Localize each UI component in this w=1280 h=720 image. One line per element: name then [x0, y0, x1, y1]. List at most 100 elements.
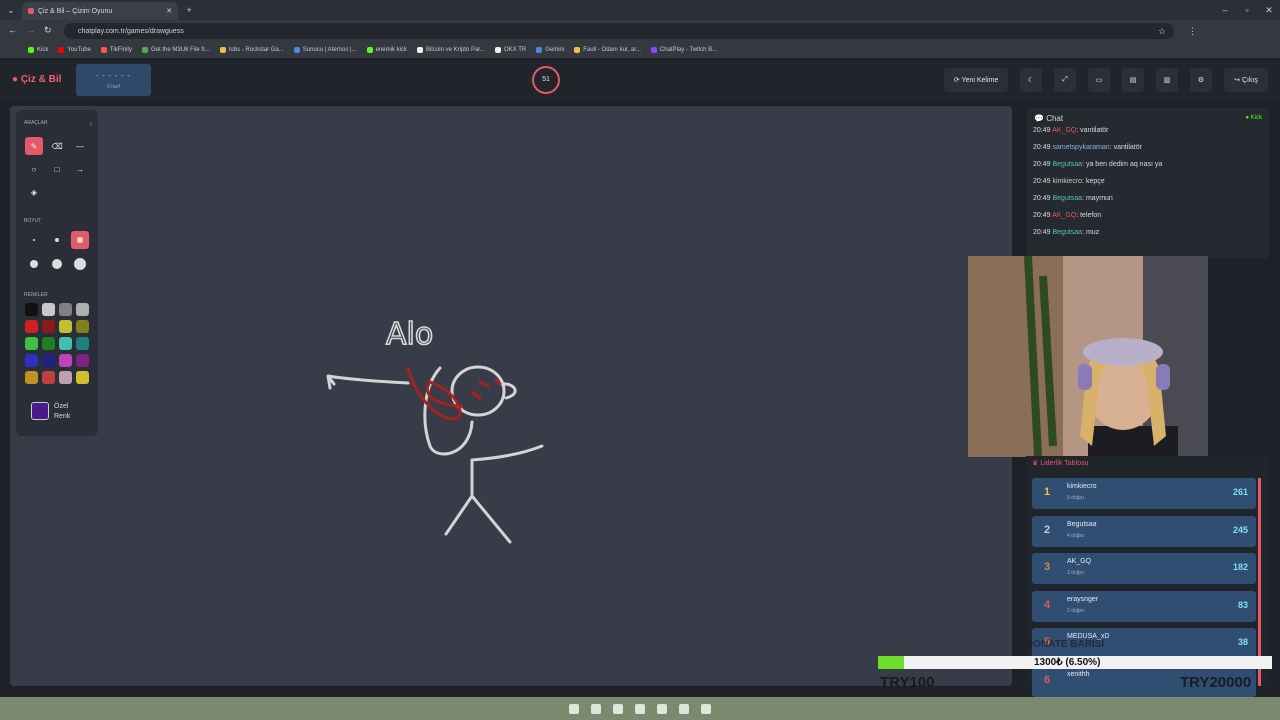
size-l[interactable]: [25, 255, 43, 273]
color-swatch[interactable]: [76, 354, 89, 367]
color-swatch[interactable]: [76, 303, 89, 316]
color-swatch[interactable]: [59, 320, 72, 333]
color-swatch[interactable]: [42, 371, 55, 384]
size-m[interactable]: [71, 231, 89, 249]
extensions-icon[interactable]: ⋮: [1188, 26, 1197, 37]
settings-button[interactable]: ⚙: [1190, 68, 1212, 92]
leaderboard-title: Liderlik Tablosu: [1040, 460, 1089, 467]
line-tool[interactable]: —: [71, 137, 89, 155]
bookmark-item[interactable]: ChatPlay - Twitch B...: [650, 47, 717, 53]
color-swatch[interactable]: [76, 337, 89, 350]
circle-tool[interactable]: ○: [25, 160, 43, 178]
color-swatch[interactable]: [25, 320, 38, 333]
color-swatch[interactable]: [59, 303, 72, 316]
eraser-tool[interactable]: ⌫: [48, 137, 66, 155]
color-swatch[interactable]: [42, 320, 55, 333]
close-window-icon[interactable]: ✕: [1258, 5, 1280, 16]
url-field[interactable]: chatplay.com.tr/games/drawguess ☆: [64, 23, 1174, 39]
forward-icon[interactable]: →: [26, 25, 35, 35]
bookmark-item[interactable]: Faull - Odanı kur, ar...: [574, 47, 641, 53]
color-swatch[interactable]: [76, 320, 89, 333]
obs-icon[interactable]: [679, 703, 689, 714]
color-swatch[interactable]: [25, 303, 38, 316]
color-swatch[interactable]: [25, 371, 38, 384]
chat-username[interactable]: sametspykaraman: [1052, 144, 1109, 151]
rectangle-tool[interactable]: □: [48, 160, 66, 178]
bookmark-item[interactable]: Gemini: [536, 47, 564, 53]
new-word-button[interactable]: ⟳ Yeni Kelime: [944, 68, 1008, 92]
stroke-red-face: [470, 378, 502, 400]
size-xl[interactable]: [48, 255, 66, 273]
size-xs[interactable]: [25, 231, 43, 249]
chat-title: Chat: [1046, 114, 1064, 123]
color-swatch[interactable]: [25, 354, 38, 367]
drawn-text: Alo: [386, 317, 433, 352]
chat-username[interactable]: Begutsaa: [1052, 195, 1082, 202]
maximize-icon[interactable]: ▫: [1236, 5, 1258, 15]
bookmark-item[interactable]: OKX TR: [494, 47, 526, 53]
chat-username[interactable]: Begutsaa: [1052, 229, 1082, 236]
tools-label: ARAÇLAR: [24, 120, 48, 126]
bookmark-item[interactable]: TikFinity: [100, 47, 132, 53]
color-swatch[interactable]: [59, 337, 72, 350]
close-tab-icon[interactable]: ✕: [166, 7, 172, 15]
color-swatch[interactable]: [76, 371, 89, 384]
new-tab-icon[interactable]: +: [178, 5, 200, 15]
chat-username[interactable]: AK_GQ: [1052, 127, 1076, 134]
back-icon[interactable]: ←: [8, 25, 17, 35]
app-logo[interactable]: ● Çiz & Bil: [12, 74, 61, 85]
color-swatch[interactable]: [42, 354, 55, 367]
color-swatch[interactable]: [59, 354, 72, 367]
bookmark-item[interactable]: Iobs - Rockstar Ga...: [219, 47, 284, 53]
bookmark-item[interactable]: Bitcoin ve Kripto Par...: [416, 47, 485, 53]
dark-mode-button[interactable]: ☾: [1020, 68, 1042, 92]
start-icon[interactable]: [569, 703, 579, 714]
reload-icon[interactable]: ↻: [44, 25, 52, 36]
color-swatch[interactable]: [59, 371, 72, 384]
discord-icon[interactable]: [657, 703, 667, 714]
steam-icon[interactable]: [701, 703, 711, 714]
tab-list-icon[interactable]: ⌄: [0, 5, 22, 16]
leaderboard-panel: ♛ Liderlik Tablosu 1 kimkiecro 5 doğru 261 2…: [1026, 456, 1270, 697]
size-s[interactable]: [48, 231, 66, 249]
donate-title: DONATE BARISI: [1026, 639, 1105, 650]
bookmark-item[interactable]: YouTube: [58, 47, 91, 53]
browser-tab[interactable]: Çiz & Bil – Çizim Oyunu ✕: [22, 2, 179, 20]
brush-tool[interactable]: ✎: [25, 137, 43, 155]
chat-time: 20:49: [1033, 229, 1051, 236]
layout-button[interactable]: ▭: [1088, 68, 1110, 92]
clear-button[interactable]: ▤: [1122, 68, 1144, 92]
file-explorer-icon[interactable]: [613, 703, 623, 714]
bookmark-item[interactable]: Get the M3U8 File fr...: [142, 47, 210, 53]
collapse-panel-button[interactable]: ‹: [82, 114, 100, 132]
color-swatch[interactable]: [25, 337, 38, 350]
bookmark-item[interactable]: Sunucu | Aternos |...: [293, 47, 357, 53]
drawing-canvas[interactable]: Alo: [10, 106, 1012, 686]
bookmark-item[interactable]: Kick: [28, 47, 48, 53]
color-swatch[interactable]: [42, 337, 55, 350]
size-xxl[interactable]: [71, 255, 89, 273]
leaderboard-scrollbar[interactable]: [1258, 478, 1261, 686]
custom-color-label[interactable]: Özel Renk: [54, 402, 70, 422]
chrome-icon[interactable]: [635, 703, 645, 714]
bookmark-item[interactable]: enemik kick: [366, 47, 407, 53]
delete-button[interactable]: ▥: [1156, 68, 1178, 92]
fullscreen-button[interactable]: ⤢: [1054, 68, 1076, 92]
minimize-icon[interactable]: –: [1214, 5, 1236, 15]
color-swatch[interactable]: [42, 303, 55, 316]
chat-username[interactable]: AK_GQ: [1052, 212, 1076, 219]
chat-source-badge: ● Kick: [1245, 115, 1262, 121]
chat-username[interactable]: kimkiecro: [1052, 178, 1082, 185]
exit-button[interactable]: ↪ Çıkış: [1224, 68, 1268, 92]
dot-icon: [55, 238, 59, 242]
chat-username[interactable]: Begutsaa: [1052, 161, 1082, 168]
bookmark-star-icon[interactable]: ☆: [1158, 26, 1166, 37]
search-icon[interactable]: [591, 703, 601, 714]
arrow-tool[interactable]: →: [71, 160, 89, 178]
custom-color-swatch[interactable]: [31, 402, 49, 420]
leaderboard-row: 4 eraysnger 2 doğru 83: [1032, 590, 1256, 622]
chat-icon: 💬: [1034, 114, 1044, 123]
word-hint-box: - - - - - - 6 harf: [76, 64, 151, 96]
word-mask: - - - - - -: [96, 73, 131, 80]
fill-tool[interactable]: ◈: [25, 183, 43, 201]
